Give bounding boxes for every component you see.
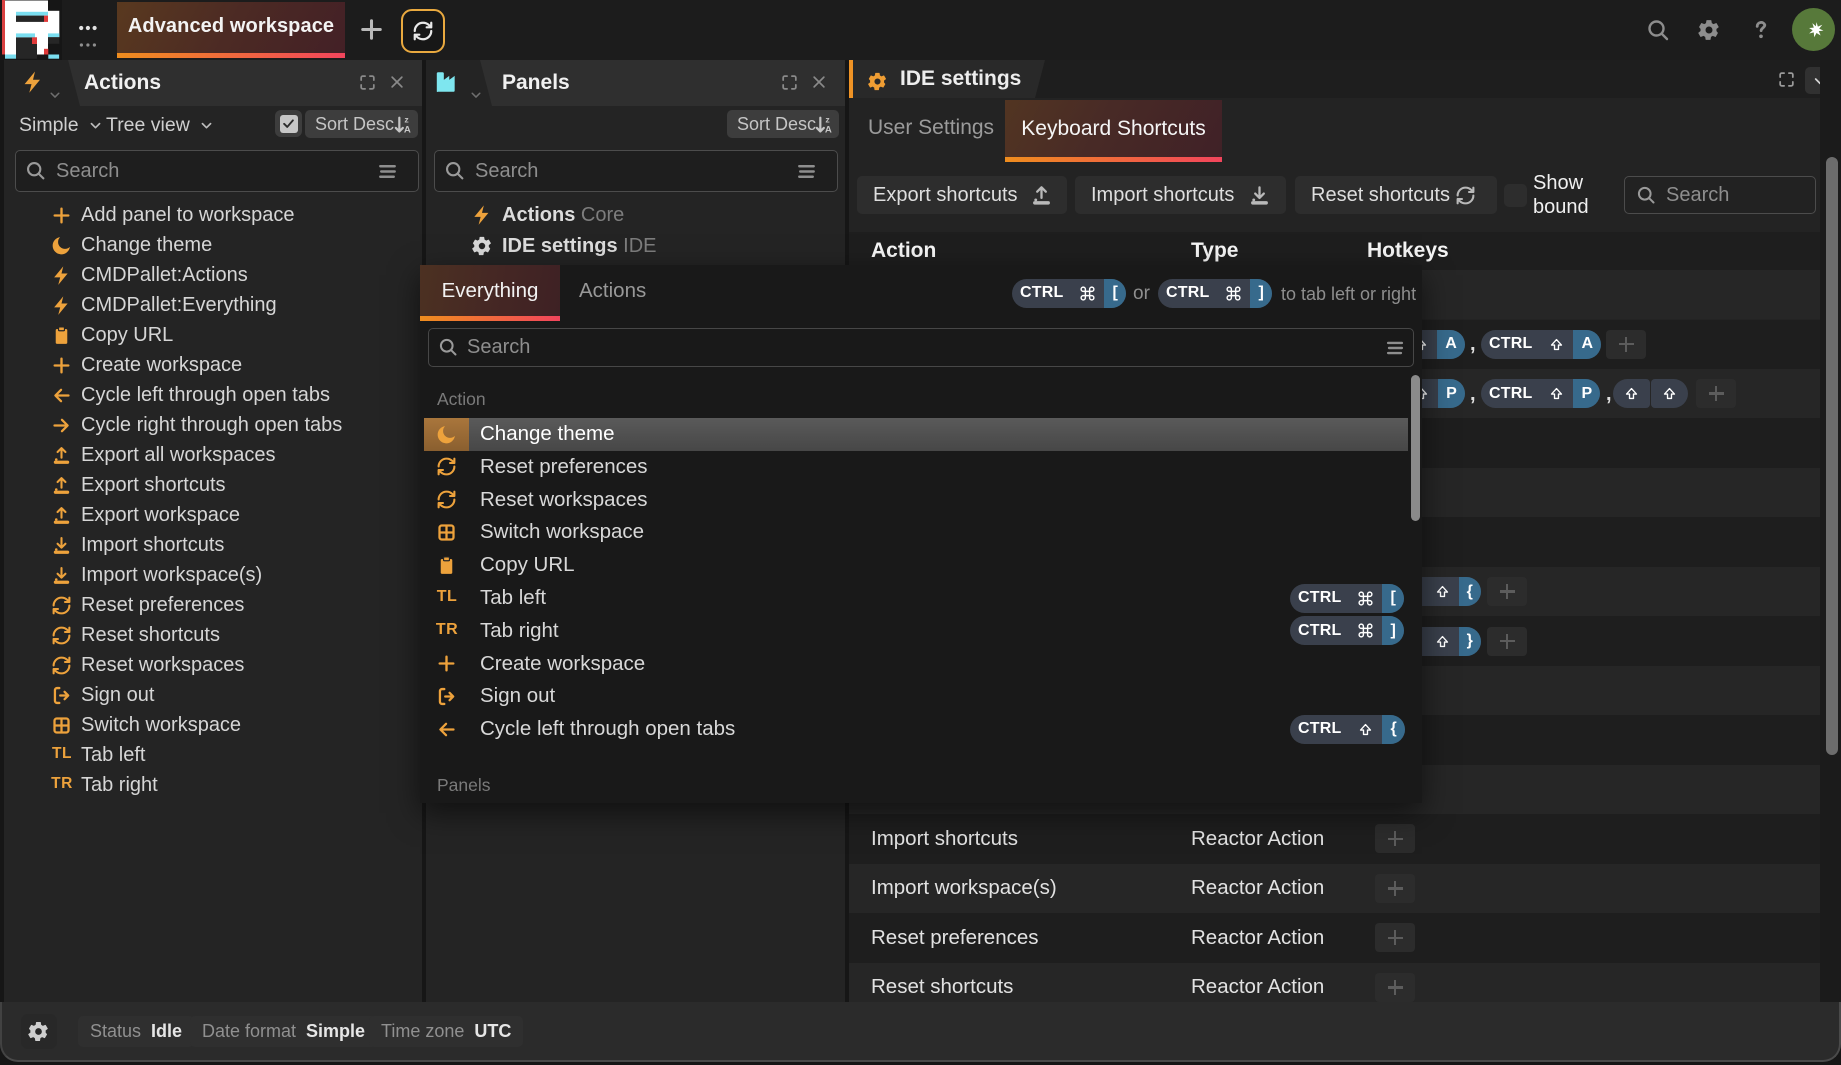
svg-text:z: z <box>404 115 409 125</box>
svg-text:z: z <box>825 115 830 125</box>
svg-text:A: A <box>825 124 832 135</box>
svg-text:A: A <box>404 124 411 135</box>
